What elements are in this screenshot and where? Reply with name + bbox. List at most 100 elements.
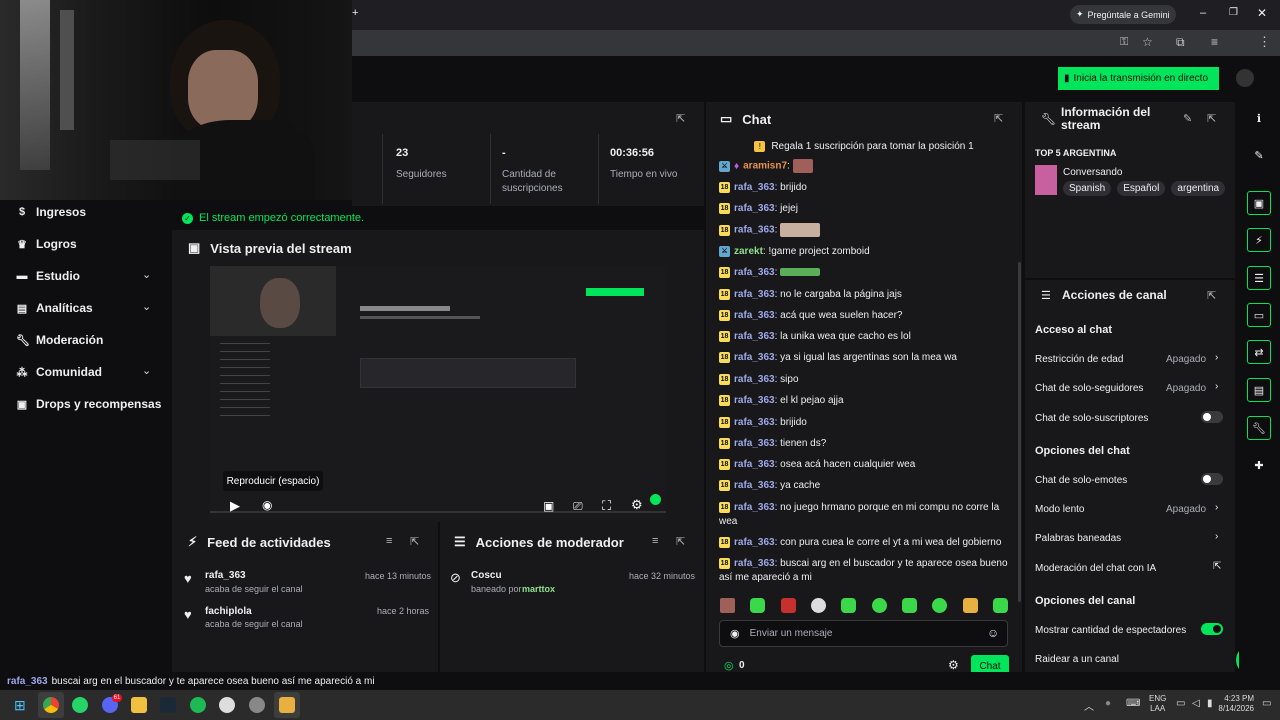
edit-icon[interactable]: ✎ (1252, 149, 1266, 163)
chevron-right-icon[interactable]: › (1215, 502, 1218, 513)
chat-scrollbar[interactable] (1018, 262, 1021, 602)
feed-user[interactable]: rafa_363 (205, 570, 246, 581)
ai-moderation-option[interactable]: Moderación del chat con IA (1035, 563, 1156, 574)
chat-message[interactable]: 18 rafa_363: (719, 223, 1009, 238)
chat-message[interactable]: 18 rafa_363: jejej (719, 202, 1009, 216)
raid-option[interactable]: Raidear a un canal (1035, 654, 1119, 665)
app-icon[interactable] (279, 697, 295, 713)
external-link-icon[interactable]: ⇱ (1213, 561, 1221, 572)
chat-message[interactable]: 18 rafa_363: ya si igual las argentinas s… (719, 351, 1009, 365)
gift-sub-banner[interactable]: ! Regala 1 suscripción para tomar la pos… (706, 137, 1022, 155)
chat-user[interactable]: aramisn7 (743, 161, 787, 172)
go-live-button[interactable]: ▮ Inicia la transmisión en directo (1058, 67, 1219, 90)
theater-icon[interactable]: ▣ (543, 499, 554, 513)
volume-off-icon[interactable]: ◉ (262, 498, 272, 512)
emote-icon[interactable] (962, 598, 978, 613)
filter-icon[interactable]: ≡ (652, 535, 658, 547)
chat-user[interactable]: rafa_363 (734, 310, 775, 321)
chat-message[interactable]: 18 rafa_363: no juego hrmano porque en mi… (719, 501, 1009, 529)
chat-message[interactable]: ⚔ zarekt: !game project zomboid (719, 245, 1009, 259)
network-icon[interactable]: ▭ (1176, 698, 1185, 709)
sidebar-item-comunidad[interactable]: ⁂ Comunidad (16, 365, 103, 379)
gear-icon[interactable]: ⚙ (631, 497, 643, 513)
chat-user[interactable]: rafa_363 (734, 203, 775, 214)
obs-icon[interactable] (219, 697, 235, 713)
clock[interactable]: 4:23 PM 8/14/2026 (1218, 694, 1254, 714)
whatsapp-icon[interactable] (72, 697, 88, 713)
mod-action-moderator[interactable]: marttox (522, 584, 555, 594)
chat-message[interactable]: 18 rafa_363: no le cargaba la página jajs (719, 288, 1009, 302)
category-name[interactable]: Conversando (1063, 167, 1122, 178)
chat-user[interactable]: rafa_363 (734, 182, 775, 193)
sidebar-item-analiticas[interactable]: ▤ Analíticas (16, 301, 93, 315)
folder-icon[interactable] (131, 697, 147, 713)
show-viewers-toggle[interactable] (1201, 623, 1223, 635)
chevron-down-icon[interactable]: ⌄ (142, 364, 151, 377)
close-icon[interactable]: ✕ (1257, 6, 1267, 20)
sidebar-item-drops[interactable]: ▣ Drops y recompensas (16, 397, 162, 411)
chat-message[interactable]: 18 rafa_363: osea acá hacen cualquier wea (719, 458, 1009, 472)
minimize-icon[interactable]: – (1200, 7, 1206, 19)
media-icon[interactable]: ≡ (1211, 35, 1218, 49)
chat-user[interactable]: rafa_363 (734, 537, 775, 548)
popout-icon[interactable]: ⇱ (1207, 112, 1216, 125)
key-icon[interactable]: ⚿ (1120, 36, 1128, 49)
add-action-icon[interactable]: ✚ (1252, 459, 1266, 473)
tray-chevron-icon[interactable]: ︿ (1084, 698, 1094, 713)
notification-icon[interactable]: ▭ (1262, 698, 1271, 709)
chat-settings-icon[interactable]: ⚙ (948, 658, 959, 672)
chat-user[interactable]: rafa_363 (734, 267, 775, 278)
volume-icon[interactable]: ◁ (1192, 698, 1200, 709)
sidebar-item-logros[interactable]: ♛ Logros (16, 237, 77, 251)
followers-only-option[interactable]: Chat de solo-seguidores (1035, 383, 1143, 394)
sidebar-item-estudio[interactable]: ▬ Estudio (16, 269, 81, 283)
popout-icon[interactable]: ⇱ (676, 535, 685, 548)
chat-message[interactable]: 18 rafa_363: brijido (719, 416, 1009, 430)
chat-user[interactable]: rafa_363 (734, 374, 775, 385)
info-icon[interactable]: ℹ (1252, 112, 1266, 126)
clip-icon[interactable]: ⎚ (573, 499, 583, 514)
chat-input[interactable]: ◉ Enviar un mensaje (719, 620, 1008, 647)
new-tab-icon[interactable]: + (352, 7, 358, 19)
steam-icon[interactable] (160, 697, 176, 713)
subs-only-toggle[interactable] (1201, 411, 1223, 423)
filter-icon[interactable]: ≡ (386, 535, 392, 547)
emote-icon[interactable] (720, 598, 735, 613)
gemini-button[interactable]: ✦ Pregúntale a Gemini (1070, 5, 1176, 24)
chevron-down-icon[interactable]: ⌄ (142, 300, 151, 313)
edit-icon[interactable]: ✎ (1183, 112, 1192, 125)
chrome-icon[interactable] (43, 697, 59, 713)
chat-user[interactable]: rafa_363 (734, 352, 775, 363)
emote-icon[interactable] (871, 598, 887, 613)
tag-chip[interactable]: Spanish (1063, 181, 1112, 196)
tag-chip[interactable]: Español (1117, 181, 1166, 196)
language-indicator[interactable]: ENG LAA (1149, 694, 1166, 714)
emotes-only-toggle[interactable] (1201, 473, 1223, 485)
chat-message[interactable]: 18 rafa_363: ya cache (719, 479, 1009, 493)
chat-user[interactable]: rafa_363 (734, 225, 775, 236)
chevron-right-icon[interactable]: › (1215, 531, 1218, 542)
extensions-icon[interactable]: ⧉ (1176, 35, 1185, 50)
chevron-right-icon[interactable]: › (1215, 381, 1218, 392)
chat-user[interactable]: rafa_363 (734, 289, 775, 300)
star-icon[interactable]: ☆ (1142, 35, 1153, 49)
emote-icon[interactable] (750, 598, 766, 613)
mic-icon[interactable]: ● (1105, 698, 1111, 709)
popout-icon[interactable]: ⇱ (410, 535, 419, 548)
chat-user[interactable]: rafa_363 (734, 459, 775, 470)
spotify-icon[interactable] (190, 697, 206, 713)
fullscreen-icon[interactable]: ⛶ (602, 498, 611, 514)
chat-user[interactable]: rafa_363 (734, 502, 775, 513)
emote-icon[interactable] (901, 598, 917, 613)
chat-message[interactable]: 18 rafa_363: el kl pejao ajja (719, 394, 1009, 408)
chat-message[interactable]: 18 rafa_363: (719, 266, 1009, 280)
channel-points-icon[interactable]: ◎ (724, 659, 734, 672)
chat-message[interactable]: 18 rafa_363: acá que wea suelen hacer? (719, 309, 1009, 323)
chat-message[interactable]: 18 rafa_363: tienen ds? (719, 437, 1009, 451)
popout-icon[interactable]: ⇱ (994, 112, 1003, 125)
keyboard-icon[interactable]: ⌨ (1126, 698, 1140, 709)
category-image[interactable] (1035, 165, 1057, 195)
chat-user[interactable]: rafa_363 (734, 331, 775, 342)
banned-words-option[interactable]: Palabras baneadas (1035, 533, 1121, 544)
chat-message[interactable]: 18 rafa_363: brijido (719, 181, 1009, 195)
